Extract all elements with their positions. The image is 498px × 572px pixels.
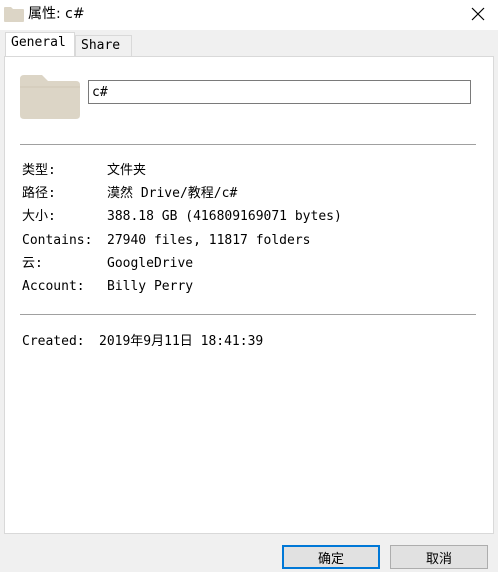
tab-share[interactable]: Share — [75, 35, 132, 57]
cancel-button[interactable]: 取消 — [390, 545, 488, 569]
divider — [20, 314, 476, 315]
close-icon — [471, 6, 485, 25]
general-panel — [4, 56, 494, 534]
window-title: 属性: c# — [28, 6, 85, 22]
detail-value: 文件夹 — [107, 163, 147, 178]
divider — [20, 144, 476, 145]
detail-value: Billy Perry — [107, 279, 194, 294]
tab-general[interactable]: General — [5, 32, 75, 56]
close-button[interactable] — [458, 0, 498, 30]
detail-label: Contains: — [22, 233, 93, 248]
folder-icon — [4, 6, 24, 22]
detail-value: 27940 files, 11817 folders — [107, 233, 311, 248]
detail-label: Account: — [22, 279, 85, 294]
detail-value: 388.18 GB (416809169071 bytes) — [107, 209, 342, 224]
detail-value: GoogleDrive — [107, 256, 194, 271]
folder-icon — [20, 73, 80, 119]
detail-label: 类型: — [22, 163, 56, 178]
detail-label: 云: — [22, 256, 43, 271]
title-bar: 属性: c# — [0, 0, 498, 30]
detail-label: Created: — [22, 334, 85, 349]
detail-label: 路径: — [22, 186, 56, 201]
ok-button[interactable]: 确定 — [282, 545, 380, 569]
detail-value: 漠然 Drive/教程/c# — [107, 186, 238, 201]
detail-value: 2019年9月11日 18:41:39 — [99, 334, 264, 349]
folder-name-input[interactable] — [88, 80, 471, 104]
detail-label: 大小: — [22, 209, 56, 224]
